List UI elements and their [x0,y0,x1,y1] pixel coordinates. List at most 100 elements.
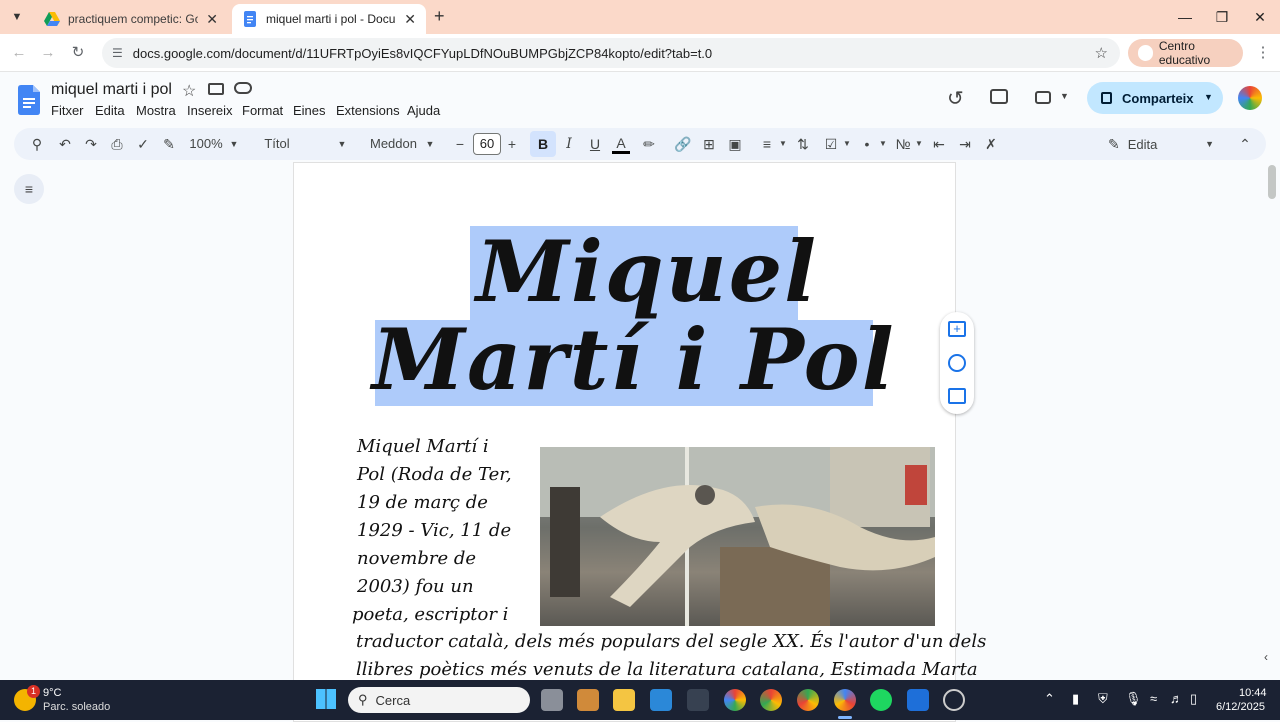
body-text-line[interactable]: novembre de [357,548,476,569]
meet-dropdown-icon[interactable]: ▼ [1060,91,1069,101]
menu-insereix[interactable]: Insereix [187,103,233,118]
line-spacing-icon[interactable]: ⇅ [794,128,812,160]
print-icon[interactable]: ⎙ [106,128,128,160]
weather-description[interactable]: Parc. soleado [43,701,110,713]
bold-button[interactable]: B [530,131,556,157]
version-history-icon[interactable]: ↺ [947,86,964,111]
close-tab-icon[interactable]: ✕ [404,11,416,28]
game-app-icon[interactable] [687,689,709,711]
volume-icon[interactable]: ♬ [1170,691,1183,706]
close-window-icon[interactable]: ✕ [1245,6,1275,28]
numbered-list-dropdown-icon[interactable]: ▼ [914,128,924,160]
title-line-2[interactable]: Martí i Pol [372,310,896,409]
menu-eines[interactable]: Eines [293,103,326,118]
clear-formatting-icon[interactable]: ✗ [982,128,1000,160]
redo-icon[interactable]: ↷ [80,128,102,160]
show-hidden-icons[interactable]: ⌃ [1044,691,1055,707]
chrome-active-icon[interactable] [834,689,856,711]
dinosaur-skeleton-image[interactable] [540,447,935,626]
spellcheck-icon[interactable]: ✓ [132,128,154,160]
font-size-input[interactable]: 60 [473,133,501,155]
windows-start-icon[interactable] [316,689,336,709]
weather-temperature[interactable]: 9°C [43,687,61,699]
decrease-indent-icon[interactable]: ⇤ [930,128,948,160]
recording-app-icon[interactable] [943,689,965,711]
body-text-line[interactable]: poeta, escriptor i [352,604,508,625]
wifi-icon[interactable]: ≈ [1150,691,1157,706]
body-text-line[interactable]: traductor català, dels més populars del … [356,631,986,652]
suggest-edits-icon[interactable] [948,388,966,404]
microsoft-store-icon[interactable] [650,689,672,711]
insert-image-icon[interactable]: ▣ [726,128,744,160]
battery-icon[interactable]: ▯ [1190,691,1197,707]
new-tab-button[interactable]: + [434,6,445,27]
menu-format[interactable]: Format [242,103,283,118]
chrome-menu-icon[interactable]: ⋮ [1252,42,1274,64]
forward-icon[interactable]: → [37,42,59,64]
security-icon[interactable]: ⛨ [1098,691,1108,707]
body-text-line[interactable]: 1929 - Vic, 11 de [357,520,511,541]
increase-font-size-icon[interactable]: + [504,128,520,160]
profile-button[interactable]: Centro educativo [1128,39,1243,67]
move-folder-icon[interactable] [208,83,224,95]
clock-date[interactable]: 6/12/2025 [1216,701,1265,713]
menu-fitxer[interactable]: Fitxer [51,103,84,118]
body-text-line[interactable]: Pol (Roda de Ter, [357,464,512,485]
italic-button[interactable]: I [560,128,578,160]
tab-miquel-marti-i-pol[interactable]: miquel marti i pol - Documents ✕ [232,4,426,34]
microphone-icon[interactable]: 🎙 [1125,691,1142,707]
bulleted-list-dropdown-icon[interactable]: ▼ [878,128,888,160]
meet-icon[interactable] [1035,91,1051,104]
chrome-icon[interactable] [797,689,819,711]
menu-ajuda[interactable]: Ajuda [407,103,440,118]
library-app-icon[interactable] [577,689,599,711]
search-menus-icon[interactable]: ⚲ [26,128,48,160]
file-explorer-icon[interactable] [613,689,635,711]
comments-icon[interactable] [990,89,1008,104]
menu-extensions[interactable]: Extensions [336,103,400,118]
share-dropdown-icon[interactable]: ▼ [1204,92,1213,102]
restore-icon[interactable]: ❐ [1207,6,1237,28]
tab-search-button[interactable]: ▼ [8,8,26,26]
tab-practiquem[interactable]: practiquem competic: Google D ✕ [34,4,228,34]
chrome-profile-icon[interactable] [724,689,746,711]
menu-edita[interactable]: Edita [95,103,125,118]
zoom-dropdown-icon[interactable]: ▼ [228,128,240,160]
star-icon[interactable]: ☆ [182,81,196,101]
zoom-select[interactable]: 100% [188,128,224,160]
add-emoji-reaction-icon[interactable] [948,354,966,372]
menu-mostra[interactable]: Mostra [136,103,176,118]
add-comment-icon[interactable]: + [948,321,966,337]
underline-button[interactable]: U [586,128,604,160]
align-dropdown-icon[interactable]: ▼ [778,128,788,160]
spotify-icon[interactable] [870,689,892,711]
document-title[interactable]: miquel marti i pol [51,81,172,99]
style-dropdown-icon[interactable]: ▼ [336,128,348,160]
task-view-icon[interactable] [541,689,563,711]
insert-link-icon[interactable]: 🔗 [674,128,692,160]
paragraph-style-select[interactable]: Títol [262,128,292,160]
checklist-icon[interactable]: ☑ [822,128,840,160]
numbered-list-icon[interactable]: № [894,128,912,160]
share-button[interactable]: Comparteix [1087,82,1223,114]
docs-logo-icon[interactable] [18,85,40,115]
bookmark-star-icon[interactable]: ☆ [1095,44,1108,62]
back-icon[interactable]: ← [8,42,30,64]
align-icon[interactable]: ≡ [758,128,776,160]
clock-time[interactable]: 10:44 [1239,687,1267,699]
text-color-button[interactable]: A [612,130,630,154]
site-info-icon[interactable]: ☰ [112,46,123,60]
checklist-dropdown-icon[interactable]: ▼ [842,128,852,160]
body-text-line[interactable]: 2003) fou un [357,576,474,597]
add-comment-icon[interactable]: ⊞ [700,128,718,160]
hide-menus-icon[interactable]: ⌃ [1236,128,1254,160]
body-text-line[interactable]: 19 de març de [357,492,488,513]
editing-mode-select[interactable]: ✎ Edita ▼ [1100,130,1218,158]
side-panel-collapse-icon[interactable]: ‹ [1264,650,1268,664]
undo-icon[interactable]: ↶ [54,128,76,160]
minimize-icon[interactable]: — [1170,6,1200,28]
account-avatar[interactable] [1238,86,1262,110]
paint-format-icon[interactable]: ✎ [158,128,180,160]
document-outline-icon[interactable]: ≡ [14,174,44,204]
decrease-font-size-icon[interactable]: − [452,128,468,160]
